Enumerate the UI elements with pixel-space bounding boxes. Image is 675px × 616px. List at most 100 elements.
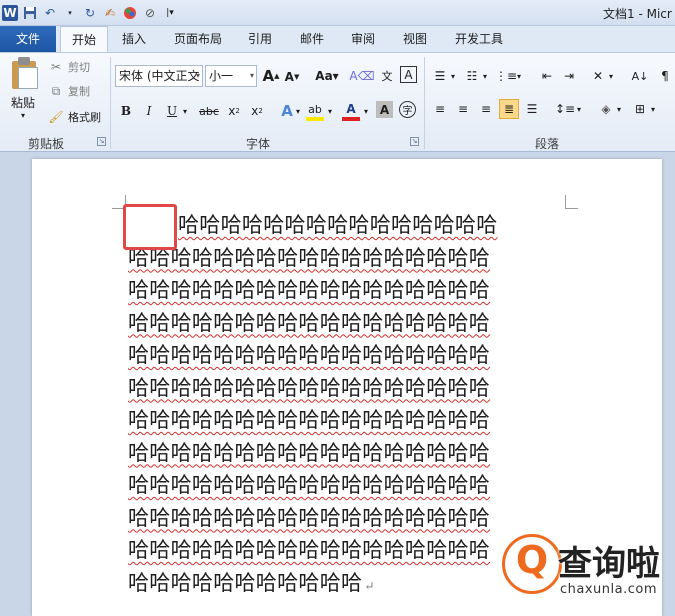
font-size-value: 小一 (209, 69, 234, 83)
shrink-font-button[interactable]: A ▼ (282, 67, 302, 87)
draw-icon[interactable]: ⊘ (142, 5, 158, 21)
clear-formatting-icon[interactable]: A⌫ (349, 66, 374, 86)
text-line[interactable]: 哈哈哈哈哈哈哈哈哈哈哈哈哈哈哈哈哈 (128, 470, 566, 503)
chinese-layout-dropdown-icon[interactable]: ▾ (606, 66, 616, 86)
line-spacing-icon[interactable]: ↕≡ (555, 99, 575, 119)
multilevel-dropdown-icon[interactable]: ▾ (514, 66, 524, 86)
ribbon: 粘贴 ▾ ✂ 剪切 ⧉ 复制 🖌 格式刷 剪贴板 ↘ 宋体 (中文正文 ▾ 小一 ▾… (0, 52, 675, 152)
margin-corner-right-v (565, 195, 566, 208)
text-line[interactable]: 哈哈哈哈哈哈哈哈哈哈哈哈哈哈哈哈哈 (128, 275, 566, 308)
text-line[interactable]: 哈哈哈哈哈哈哈哈哈哈哈哈哈哈哈哈哈 (128, 308, 566, 341)
text-line[interactable]: 哈哈哈哈哈哈哈哈哈哈哈哈哈哈哈哈哈 (128, 405, 566, 438)
paste-clipboard-icon[interactable] (10, 57, 40, 91)
tab-references[interactable]: 引用 (240, 26, 280, 52)
tab-developer[interactable]: 开发工具 (447, 26, 511, 52)
grow-font-button[interactable]: A ▲ (261, 66, 281, 86)
font-size-dropdown[interactable]: 小一 ▾ (205, 65, 257, 87)
paste-button-label[interactable]: 粘贴 (11, 94, 35, 111)
borders-dropdown-icon[interactable]: ▾ (648, 99, 658, 119)
line-spacing-dropdown-icon[interactable]: ▾ (574, 99, 584, 119)
bold-button[interactable]: B (116, 101, 136, 121)
font-name-value: 宋体 (中文正文 (119, 69, 200, 83)
text-line[interactable]: 哈哈哈哈哈哈哈哈哈哈哈哈哈哈哈哈哈 (128, 243, 566, 276)
superscript-button[interactable]: x2 (247, 101, 267, 121)
font-dialog-launcher[interactable]: ↘ (410, 137, 419, 146)
subscript-button[interactable]: x2 (224, 101, 244, 121)
italic-button[interactable]: I (139, 101, 159, 121)
text-line[interactable]: 哈哈哈哈哈哈哈哈哈哈哈哈哈哈哈哈哈 (128, 438, 566, 471)
word-logo-icon[interactable]: W (2, 5, 18, 21)
paragraph-group-label: 段落 (535, 137, 560, 151)
clipboard-group-label: 剪贴板 (28, 137, 65, 151)
text-line[interactable]: 哈哈哈哈哈哈哈哈哈哈哈哈哈哈哈哈哈 (128, 340, 566, 373)
align-center-icon[interactable]: ≡ (453, 99, 473, 119)
brush-icon: 🖌 (48, 110, 64, 124)
copy-button[interactable]: ⧉ 复制 (48, 81, 90, 101)
undo-dropdown-icon[interactable]: ▾ (62, 5, 78, 21)
customize-qat-icon[interactable]: |▾ (162, 5, 178, 21)
tab-insert[interactable]: 插入 (114, 26, 154, 52)
highlight-dropdown-icon[interactable]: ▾ (325, 101, 335, 121)
sort-icon[interactable]: A↓ (630, 66, 650, 86)
watermark-logo-letter: Q (515, 538, 549, 582)
quick-access-toolbar: W ↶ ▾ ↻ ✍ ⊘ |▾ (2, 2, 178, 24)
clipboard-dialog-launcher[interactable]: ↘ (97, 137, 106, 146)
chinese-layout-icon[interactable]: ✕ (588, 66, 608, 86)
bullets-icon[interactable]: ☰ (430, 66, 450, 86)
watermark: Q 查询啦 chaxunla.com (502, 534, 672, 610)
decrease-indent-icon[interactable]: ⇤ (537, 66, 557, 86)
shading-dropdown-icon[interactable]: ▾ (614, 99, 624, 119)
highlight-color-icon[interactable]: ab (306, 101, 324, 121)
underline-dropdown-icon[interactable]: ▾ (180, 101, 190, 121)
format-painter-label: 格式刷 (68, 111, 101, 124)
tab-page-layout[interactable]: 页面布局 (166, 26, 230, 52)
justify-icon[interactable]: ≣ (499, 99, 519, 119)
text-line-last[interactable]: 哈哈哈哈哈哈哈哈哈哈哈 ↵ (128, 568, 566, 601)
multilevel-list-icon[interactable]: ⋮≡ (495, 66, 517, 86)
save-icon[interactable] (22, 5, 38, 21)
font-name-dropdown[interactable]: 宋体 (中文正文 ▾ (115, 65, 203, 87)
distributed-icon[interactable]: ☰ (522, 99, 542, 119)
cut-label: 剪切 (68, 61, 90, 74)
numbering-dropdown-icon[interactable]: ▾ (480, 66, 490, 86)
tab-file[interactable]: 文件 (0, 26, 56, 52)
phonetic-guide-icon[interactable]: 文 (377, 66, 397, 86)
paste-dropdown-icon[interactable]: ▾ (21, 111, 25, 120)
text-line[interactable]: 哈哈哈哈哈哈哈哈哈哈哈哈哈哈哈哈哈 (128, 535, 566, 568)
font-color-dropdown-icon[interactable]: ▾ (361, 101, 371, 121)
enclose-characters-icon[interactable]: 字 (399, 101, 416, 118)
paragraph-mark: ↵ (364, 578, 375, 593)
increase-indent-icon[interactable]: ⇥ (559, 66, 579, 86)
text-effects-dropdown-icon[interactable]: ▾ (293, 101, 303, 121)
cut-button[interactable]: ✂ 剪切 (48, 57, 90, 77)
bullets-dropdown-icon[interactable]: ▾ (448, 66, 458, 86)
undo-icon[interactable]: ↶ (42, 5, 58, 21)
shading-icon[interactable]: ◈ (596, 99, 616, 119)
show-marks-icon[interactable]: ¶ (655, 66, 675, 86)
character-shading-icon[interactable]: A (376, 101, 393, 118)
tab-home[interactable]: 开始 (60, 26, 108, 53)
format-painter-button[interactable]: 🖌 格式刷 (48, 107, 101, 127)
tab-view[interactable]: 视图 (395, 26, 435, 52)
margin-corner-right (565, 208, 578, 209)
document-body[interactable]: 哈哈哈哈哈哈哈哈哈哈哈哈哈哈哈 哈哈哈哈哈哈哈哈哈哈哈哈哈哈哈哈哈 哈哈哈哈哈哈… (128, 210, 566, 600)
numbering-icon[interactable]: ☷ (462, 66, 482, 86)
underline-button[interactable]: U (162, 101, 182, 121)
font-color-icon[interactable]: A (342, 101, 360, 121)
align-right-icon[interactable]: ≡ (476, 99, 496, 119)
text-line[interactable]: 哈哈哈哈哈哈哈哈哈哈哈哈哈哈哈 (128, 210, 566, 243)
redo-icon[interactable]: ↻ (82, 5, 98, 21)
text-line[interactable]: 哈哈哈哈哈哈哈哈哈哈哈哈哈哈哈哈哈 (128, 503, 566, 536)
tab-mailings[interactable]: 邮件 (292, 26, 332, 52)
color-icon[interactable] (122, 5, 138, 21)
paint-icon[interactable]: ✍ (102, 5, 118, 21)
character-border-icon[interactable]: A (400, 66, 417, 83)
change-case-button[interactable]: Aa ▾ (313, 66, 341, 86)
strikethrough-button[interactable]: abc (197, 101, 221, 121)
text-line[interactable]: 哈哈哈哈哈哈哈哈哈哈哈哈哈哈哈哈哈 (128, 373, 566, 406)
window-title: 文档1 - Micr (603, 7, 672, 21)
tab-review[interactable]: 审阅 (343, 26, 383, 52)
align-left-icon[interactable]: ≡ (430, 99, 450, 119)
ribbon-tabs: 文件 开始 插入 页面布局 引用 邮件 审阅 视图 开发工具 (0, 26, 675, 53)
borders-icon[interactable]: ⊞ (630, 99, 650, 119)
